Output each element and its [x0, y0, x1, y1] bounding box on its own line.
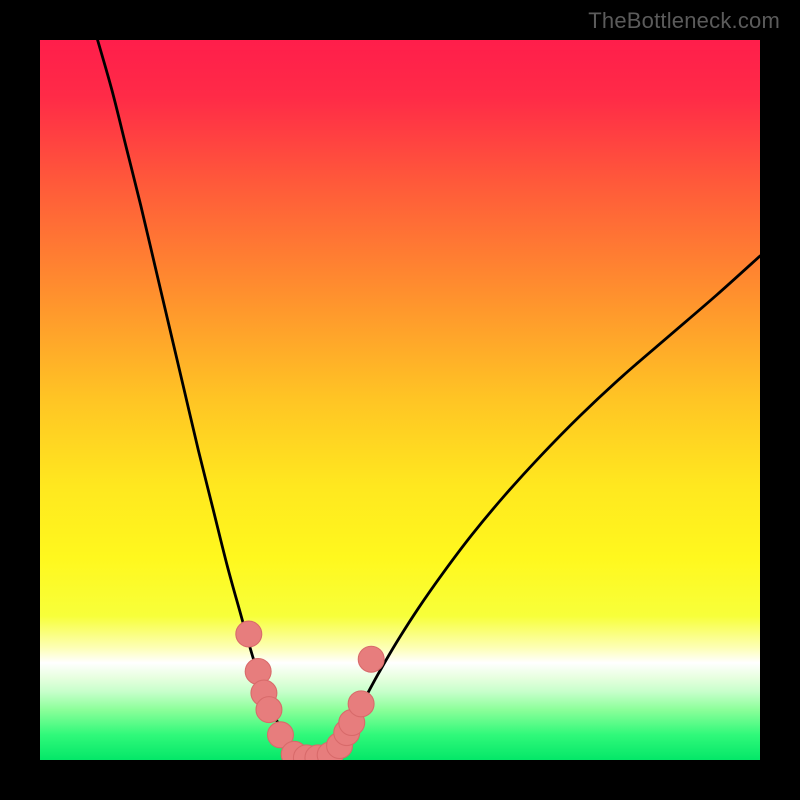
data-marker: [358, 646, 384, 672]
plot-area: [40, 40, 760, 760]
chart-svg: [40, 40, 760, 760]
watermark-text: TheBottleneck.com: [588, 8, 780, 34]
data-marker: [256, 697, 282, 723]
data-markers: [236, 621, 384, 760]
left-curve: [98, 40, 300, 758]
right-curve: [328, 256, 760, 758]
data-marker: [236, 621, 262, 647]
data-marker: [348, 691, 374, 717]
chart-frame: TheBottleneck.com: [0, 0, 800, 800]
